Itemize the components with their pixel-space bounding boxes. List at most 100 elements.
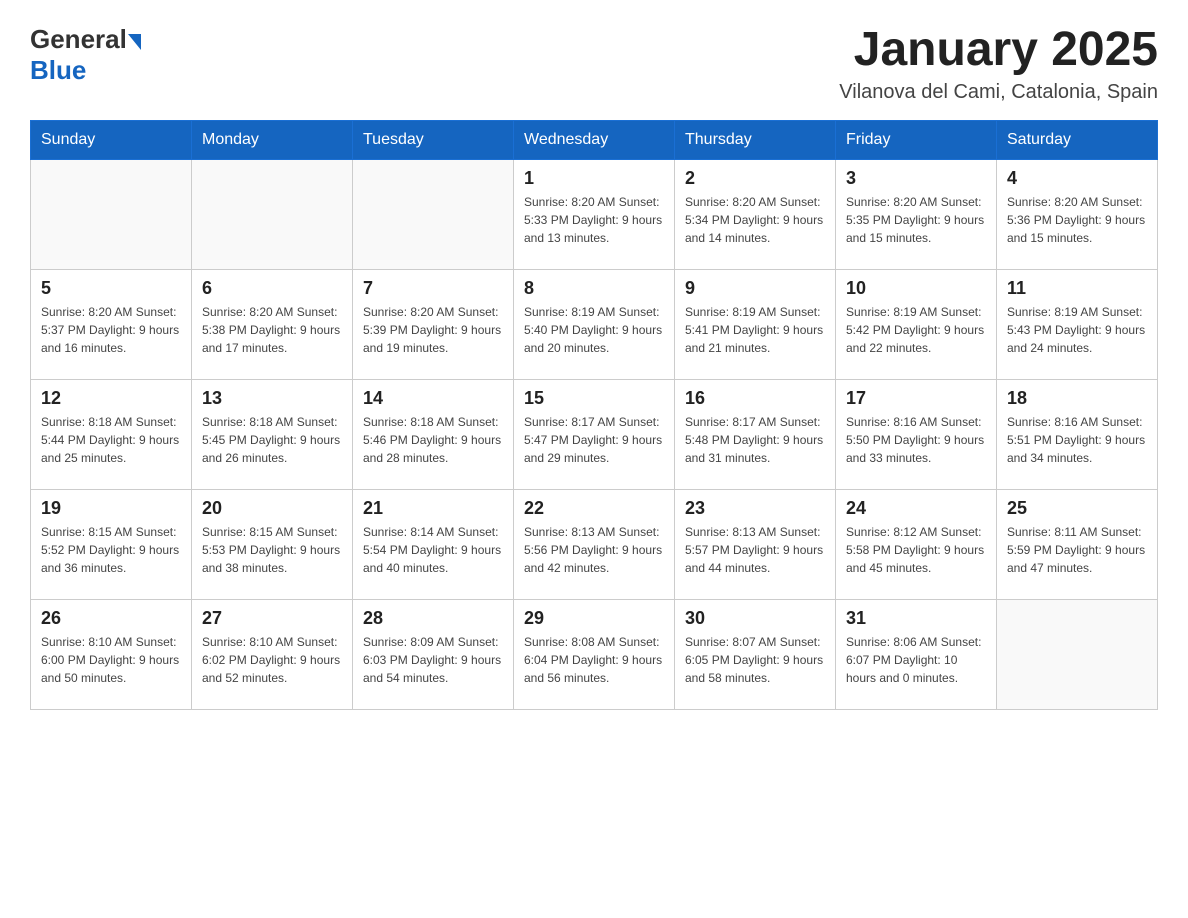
day-info: Sunrise: 8:16 AM Sunset: 5:50 PM Dayligh…: [846, 413, 986, 467]
calendar-cell: 27 Sunrise: 8:10 AM Sunset: 6:02 PM Dayli…: [192, 599, 353, 709]
day-info: Sunrise: 8:20 AM Sunset: 5:34 PM Dayligh…: [685, 193, 825, 247]
calendar-cell: 11 Sunrise: 8:19 AM Sunset: 5:43 PM Dayli…: [997, 269, 1158, 379]
day-number: 1: [524, 168, 664, 189]
calendar-week-4: 19 Sunrise: 8:15 AM Sunset: 5:52 PM Dayli…: [31, 489, 1158, 599]
day-number: 24: [846, 498, 986, 519]
calendar-cell: 26 Sunrise: 8:10 AM Sunset: 6:00 PM Dayli…: [31, 599, 192, 709]
logo-general-text: General: [30, 24, 127, 55]
day-number: 27: [202, 608, 342, 629]
calendar-cell: 13 Sunrise: 8:18 AM Sunset: 5:45 PM Dayli…: [192, 379, 353, 489]
calendar-cell: 12 Sunrise: 8:18 AM Sunset: 5:44 PM Dayli…: [31, 379, 192, 489]
day-info: Sunrise: 8:10 AM Sunset: 6:00 PM Dayligh…: [41, 633, 181, 687]
calendar-cell: [353, 159, 514, 269]
logo-blue-text: Blue: [30, 55, 86, 86]
day-number: 7: [363, 278, 503, 299]
calendar-cell: 17 Sunrise: 8:16 AM Sunset: 5:50 PM Dayli…: [836, 379, 997, 489]
title-area: January 2025 Vilanova del Cami, Cataloni…: [839, 24, 1158, 104]
day-number: 25: [1007, 498, 1147, 519]
day-info: Sunrise: 8:19 AM Sunset: 5:40 PM Dayligh…: [524, 303, 664, 357]
calendar-cell: [192, 159, 353, 269]
calendar-week-1: 1 Sunrise: 8:20 AM Sunset: 5:33 PM Daylig…: [31, 159, 1158, 269]
header-thursday: Thursday: [675, 120, 836, 159]
logo: General Blue: [30, 24, 141, 86]
day-number: 31: [846, 608, 986, 629]
day-info: Sunrise: 8:19 AM Sunset: 5:42 PM Dayligh…: [846, 303, 986, 357]
day-info: Sunrise: 8:20 AM Sunset: 5:39 PM Dayligh…: [363, 303, 503, 357]
day-info: Sunrise: 8:18 AM Sunset: 5:45 PM Dayligh…: [202, 413, 342, 467]
day-number: 11: [1007, 278, 1147, 299]
day-info: Sunrise: 8:19 AM Sunset: 5:41 PM Dayligh…: [685, 303, 825, 357]
calendar-cell: 20 Sunrise: 8:15 AM Sunset: 5:53 PM Dayli…: [192, 489, 353, 599]
calendar-week-3: 12 Sunrise: 8:18 AM Sunset: 5:44 PM Dayli…: [31, 379, 1158, 489]
calendar-cell: 6Sunrise: 8:20 AM Sunset: 5:38 PM Daylig…: [192, 269, 353, 379]
calendar-cell: 2 Sunrise: 8:20 AM Sunset: 5:34 PM Daylig…: [675, 159, 836, 269]
day-info: Sunrise: 8:15 AM Sunset: 5:52 PM Dayligh…: [41, 523, 181, 577]
day-number: 19: [41, 498, 181, 519]
day-number: 21: [363, 498, 503, 519]
day-number: 5: [41, 278, 181, 299]
calendar-cell: [31, 159, 192, 269]
day-number: 2: [685, 168, 825, 189]
day-number: 29: [524, 608, 664, 629]
calendar-cell: [997, 599, 1158, 709]
header-wednesday: Wednesday: [514, 120, 675, 159]
day-info: Sunrise: 8:20 AM Sunset: 5:35 PM Dayligh…: [846, 193, 986, 247]
day-info: Sunrise: 8:08 AM Sunset: 6:04 PM Dayligh…: [524, 633, 664, 687]
calendar-week-2: 5Sunrise: 8:20 AM Sunset: 5:37 PM Daylig…: [31, 269, 1158, 379]
day-info: Sunrise: 8:10 AM Sunset: 6:02 PM Dayligh…: [202, 633, 342, 687]
day-info: Sunrise: 8:14 AM Sunset: 5:54 PM Dayligh…: [363, 523, 503, 577]
day-info: Sunrise: 8:19 AM Sunset: 5:43 PM Dayligh…: [1007, 303, 1147, 357]
day-info: Sunrise: 8:12 AM Sunset: 5:58 PM Dayligh…: [846, 523, 986, 577]
day-number: 13: [202, 388, 342, 409]
calendar-table: SundayMondayTuesdayWednesdayThursdayFrid…: [30, 120, 1158, 710]
calendar-cell: 30 Sunrise: 8:07 AM Sunset: 6:05 PM Dayli…: [675, 599, 836, 709]
page-title: January 2025: [839, 24, 1158, 77]
day-info: Sunrise: 8:06 AM Sunset: 6:07 PM Dayligh…: [846, 633, 986, 687]
header-monday: Monday: [192, 120, 353, 159]
day-number: 20: [202, 498, 342, 519]
day-info: Sunrise: 8:15 AM Sunset: 5:53 PM Dayligh…: [202, 523, 342, 577]
logo-triangle-icon: [128, 34, 141, 50]
day-info: Sunrise: 8:09 AM Sunset: 6:03 PM Dayligh…: [363, 633, 503, 687]
calendar-cell: 18Sunrise: 8:16 AM Sunset: 5:51 PM Dayli…: [997, 379, 1158, 489]
header-saturday: Saturday: [997, 120, 1158, 159]
day-number: 14: [363, 388, 503, 409]
day-number: 16: [685, 388, 825, 409]
calendar-cell: 28 Sunrise: 8:09 AM Sunset: 6:03 PM Dayli…: [353, 599, 514, 709]
calendar-header-row: SundayMondayTuesdayWednesdayThursdayFrid…: [31, 120, 1158, 159]
calendar-cell: 9Sunrise: 8:19 AM Sunset: 5:41 PM Daylig…: [675, 269, 836, 379]
day-number: 22: [524, 498, 664, 519]
day-number: 17: [846, 388, 986, 409]
day-info: Sunrise: 8:17 AM Sunset: 5:47 PM Dayligh…: [524, 413, 664, 467]
calendar-cell: 19 Sunrise: 8:15 AM Sunset: 5:52 PM Dayli…: [31, 489, 192, 599]
day-info: Sunrise: 8:20 AM Sunset: 5:33 PM Dayligh…: [524, 193, 664, 247]
day-info: Sunrise: 8:18 AM Sunset: 5:44 PM Dayligh…: [41, 413, 181, 467]
calendar-cell: 14 Sunrise: 8:18 AM Sunset: 5:46 PM Dayli…: [353, 379, 514, 489]
day-number: 10: [846, 278, 986, 299]
day-number: 30: [685, 608, 825, 629]
calendar-cell: 22Sunrise: 8:13 AM Sunset: 5:56 PM Dayli…: [514, 489, 675, 599]
calendar-cell: 5Sunrise: 8:20 AM Sunset: 5:37 PM Daylig…: [31, 269, 192, 379]
page-subtitle: Vilanova del Cami, Catalonia, Spain: [839, 81, 1158, 104]
calendar-cell: 21 Sunrise: 8:14 AM Sunset: 5:54 PM Dayli…: [353, 489, 514, 599]
calendar-cell: 15 Sunrise: 8:17 AM Sunset: 5:47 PM Dayli…: [514, 379, 675, 489]
day-number: 15: [524, 388, 664, 409]
calendar-cell: 31 Sunrise: 8:06 AM Sunset: 6:07 PM Dayli…: [836, 599, 997, 709]
calendar-cell: 16Sunrise: 8:17 AM Sunset: 5:48 PM Dayli…: [675, 379, 836, 489]
day-number: 8: [524, 278, 664, 299]
day-info: Sunrise: 8:20 AM Sunset: 5:38 PM Dayligh…: [202, 303, 342, 357]
day-info: Sunrise: 8:16 AM Sunset: 5:51 PM Dayligh…: [1007, 413, 1147, 467]
day-number: 28: [363, 608, 503, 629]
day-number: 12: [41, 388, 181, 409]
day-info: Sunrise: 8:07 AM Sunset: 6:05 PM Dayligh…: [685, 633, 825, 687]
calendar-cell: 4Sunrise: 8:20 AM Sunset: 5:36 PM Daylig…: [997, 159, 1158, 269]
calendar-cell: 1 Sunrise: 8:20 AM Sunset: 5:33 PM Daylig…: [514, 159, 675, 269]
calendar-cell: 23Sunrise: 8:13 AM Sunset: 5:57 PM Dayli…: [675, 489, 836, 599]
calendar-cell: 24 Sunrise: 8:12 AM Sunset: 5:58 PM Dayli…: [836, 489, 997, 599]
day-info: Sunrise: 8:18 AM Sunset: 5:46 PM Dayligh…: [363, 413, 503, 467]
calendar-cell: 29 Sunrise: 8:08 AM Sunset: 6:04 PM Dayli…: [514, 599, 675, 709]
header-sunday: Sunday: [31, 120, 192, 159]
day-info: Sunrise: 8:13 AM Sunset: 5:57 PM Dayligh…: [685, 523, 825, 577]
day-number: 3: [846, 168, 986, 189]
day-number: 26: [41, 608, 181, 629]
